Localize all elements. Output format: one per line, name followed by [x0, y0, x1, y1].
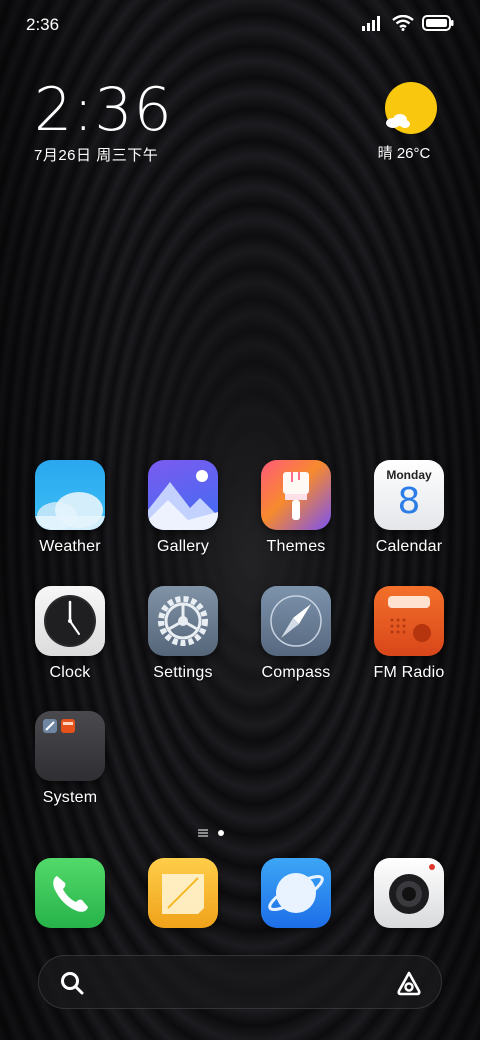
wifi-icon	[392, 15, 414, 31]
calendar-weekday: Monday	[386, 468, 432, 482]
sunny-partly-cloudy-icon	[385, 82, 437, 134]
weather-text: 晴 26°C	[377, 145, 431, 162]
weather-icon	[35, 460, 105, 530]
app-label: FM Radio	[373, 664, 445, 681]
app-label: Clock	[49, 664, 91, 681]
status-icons	[362, 15, 454, 31]
assistant-icon[interactable]	[395, 969, 423, 997]
signal-icon	[362, 16, 380, 31]
app-label: Calendar	[375, 538, 443, 555]
app-label: Weather	[39, 538, 101, 555]
status-time: 2:36	[26, 15, 60, 34]
browser-icon	[261, 858, 331, 928]
gallery-icon	[148, 460, 218, 530]
clock-widget-time: 2:36	[34, 75, 173, 145]
settings-icon	[148, 586, 218, 656]
battery-icon	[422, 15, 454, 31]
app-system-folder[interactable]: System	[15, 711, 125, 807]
page-indicator-dot-active	[218, 830, 224, 836]
app-compass[interactable]: Compass	[241, 586, 351, 682]
calendar-day-number: 8	[397, 481, 421, 522]
app-clock[interactable]: Clock	[15, 586, 125, 682]
app-label: Compass	[261, 664, 331, 681]
app-label: System	[42, 789, 98, 806]
clock-widget-date: 7月26日 周三下午	[34, 147, 159, 164]
app-themes[interactable]: Themes	[241, 460, 351, 556]
app-calendar[interactable]: Monday 8 Calendar	[354, 460, 464, 556]
compass-icon	[261, 586, 331, 656]
search-bar[interactable]	[38, 955, 442, 1009]
themes-icon	[261, 460, 331, 530]
app-label: Themes	[266, 538, 326, 555]
app-fm-radio[interactable]: FM Radio	[354, 586, 464, 682]
app-settings[interactable]: Settings	[128, 586, 238, 682]
clock-widget[interactable]: 2:36 7月26日 周三下午	[34, 78, 173, 165]
clock-icon	[35, 586, 105, 656]
weather-widget[interactable]: 晴 26°C	[376, 82, 446, 163]
search-icon[interactable]	[59, 970, 85, 996]
app-gallery[interactable]: Gallery	[128, 460, 238, 556]
notes-icon	[148, 858, 218, 928]
app-weather[interactable]: Weather	[15, 460, 125, 556]
radio-icon	[374, 586, 444, 656]
folder-icon	[35, 711, 105, 781]
app-label: Gallery	[156, 538, 210, 555]
dock-browser[interactable]	[241, 858, 351, 928]
camera-icon	[374, 858, 444, 928]
page-indicator-list	[198, 829, 208, 837]
calendar-icon: Monday 8	[374, 460, 444, 530]
app-label: Settings	[153, 664, 213, 681]
dock-phone[interactable]	[15, 858, 125, 928]
phone-icon	[35, 858, 105, 928]
dock-camera[interactable]	[354, 858, 464, 928]
page-indicator[interactable]	[198, 829, 224, 837]
status-bar: 2:36	[0, 0, 480, 50]
dock-notes[interactable]	[128, 858, 238, 928]
